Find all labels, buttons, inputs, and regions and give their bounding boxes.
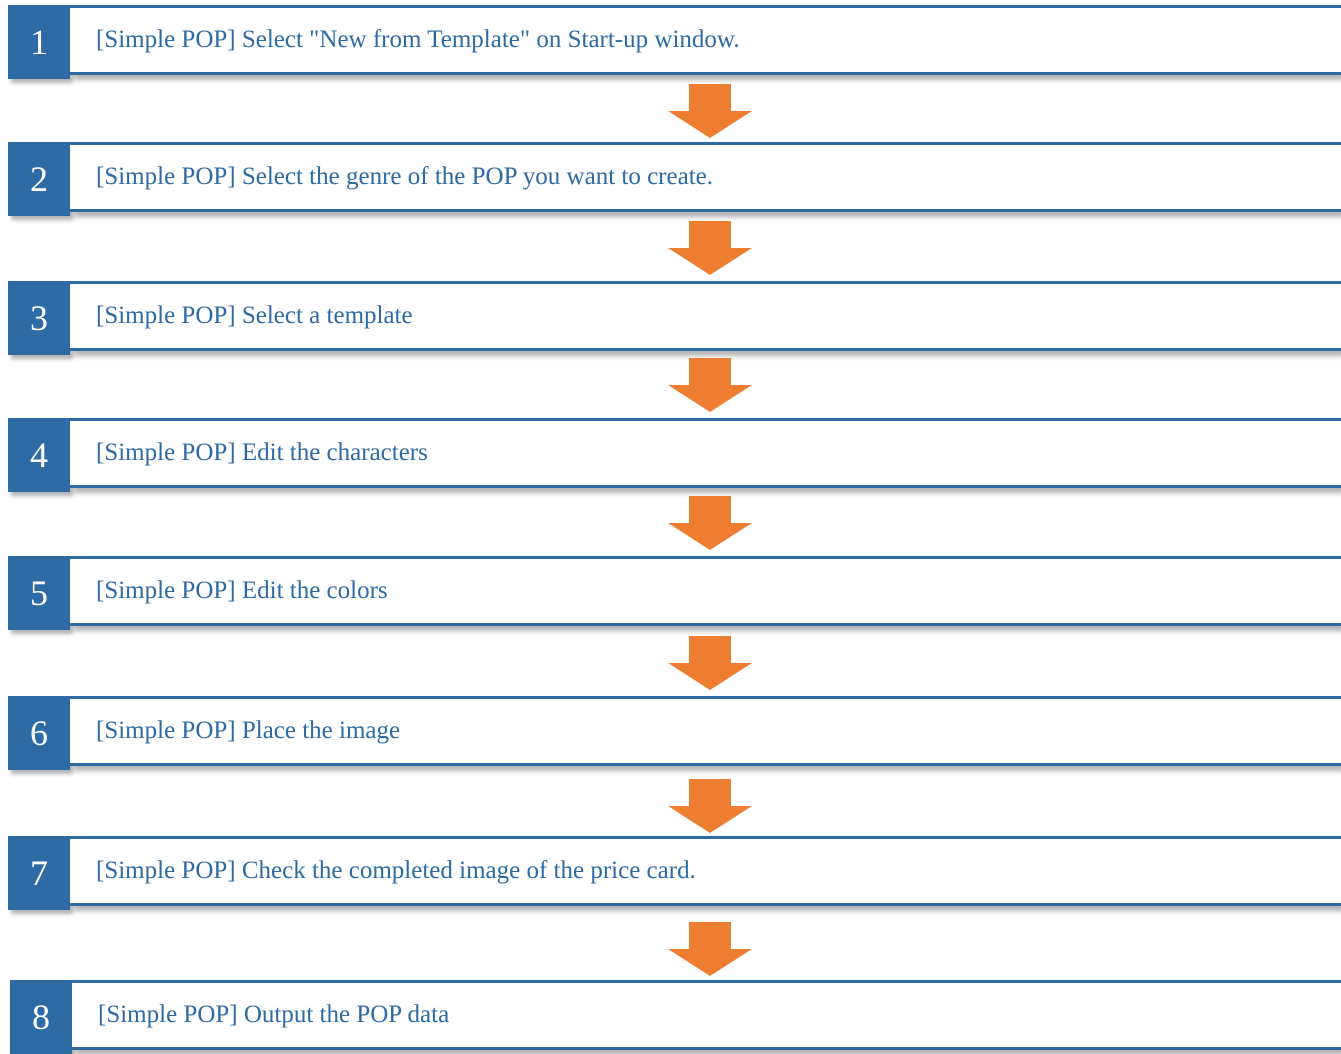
down-arrow-shape [668,358,752,412]
step-label: [Simple POP] Edit the characters [96,439,428,466]
step-label: [Simple POP] Check the completed image o… [96,857,696,884]
down-arrow-shape [668,636,752,690]
step-number-badge: 2 [8,142,70,216]
step-number-badge: 8 [10,980,72,1054]
step-2: 2 [Simple POP] Select the genre of the P… [8,142,1341,216]
step-label: [Simple POP] Edit the colors [96,577,388,604]
step-label-box: [Simple POP] Select a template [70,281,1341,351]
step-number-badge: 6 [8,696,70,770]
step-number-badge: 1 [8,5,70,79]
step-number-badge: 4 [8,418,70,492]
step-label: [Simple POP] Place the image [96,717,401,744]
step-8: 8 [Simple POP] Output the POP data [10,980,1341,1054]
step-label: [Simple POP] Select "New from Template" … [96,26,740,53]
step-1: 1 [Simple POP] Select "New from Template… [8,5,1341,79]
down-arrow-icon [668,84,752,138]
flowchart: 1 [Simple POP] Select "New from Template… [0,0,1341,1054]
step-label-box: [Simple POP] Select the genre of the POP… [70,142,1341,212]
step-number-badge: 3 [8,281,70,355]
down-arrow-icon [668,496,752,550]
down-arrow-shape [668,922,752,976]
down-arrow-shape [668,221,752,275]
step-label-box: [Simple POP] Edit the colors [70,556,1341,626]
down-arrow-icon [668,779,752,833]
down-arrow-icon [668,636,752,690]
down-arrow-icon [668,358,752,412]
down-arrow-shape [668,779,752,833]
down-arrow-shape [668,496,752,550]
step-4: 4 [Simple POP] Edit the characters [8,418,1341,492]
step-5: 5 [Simple POP] Edit the colors [8,556,1341,630]
down-arrow-icon [668,221,752,275]
step-number-badge: 7 [8,836,70,910]
step-label: [Simple POP] Output the POP data [98,1001,450,1028]
step-label: [Simple POP] Select the genre of the POP… [96,163,713,190]
step-label-box: [Simple POP] Place the image [70,696,1341,766]
step-label-box: [Simple POP] Select "New from Template" … [70,5,1341,75]
down-arrow-icon [668,922,752,976]
step-label-box: [Simple POP] Edit the characters [70,418,1341,488]
down-arrow-shape [668,84,752,138]
step-label-box: [Simple POP] Check the completed image o… [70,836,1341,906]
step-number-badge: 5 [8,556,70,630]
step-3: 3 [Simple POP] Select a template [8,281,1341,355]
step-6: 6 [Simple POP] Place the image [8,696,1341,770]
step-label: [Simple POP] Select a template [96,302,413,329]
step-7: 7 [Simple POP] Check the completed image… [8,836,1341,910]
step-label-box: [Simple POP] Output the POP data [72,980,1341,1050]
